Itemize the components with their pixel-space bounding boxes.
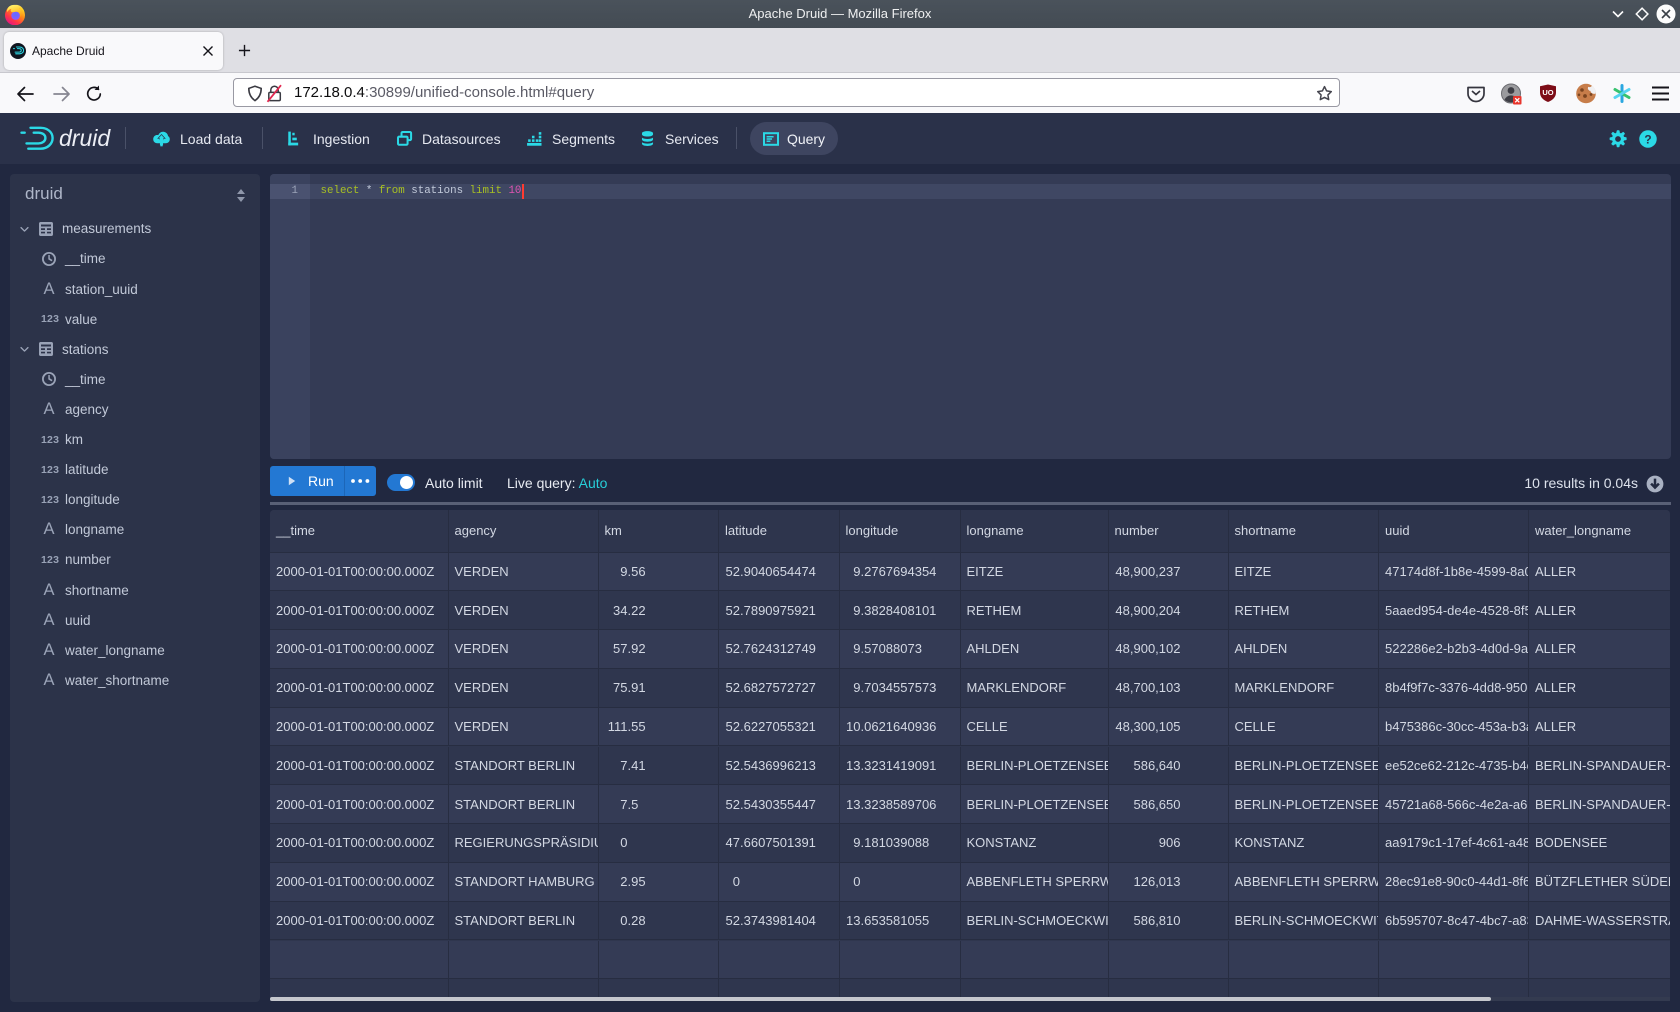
svg-text:UO: UO [1542,88,1553,97]
svg-text:?: ? [1644,132,1651,146]
